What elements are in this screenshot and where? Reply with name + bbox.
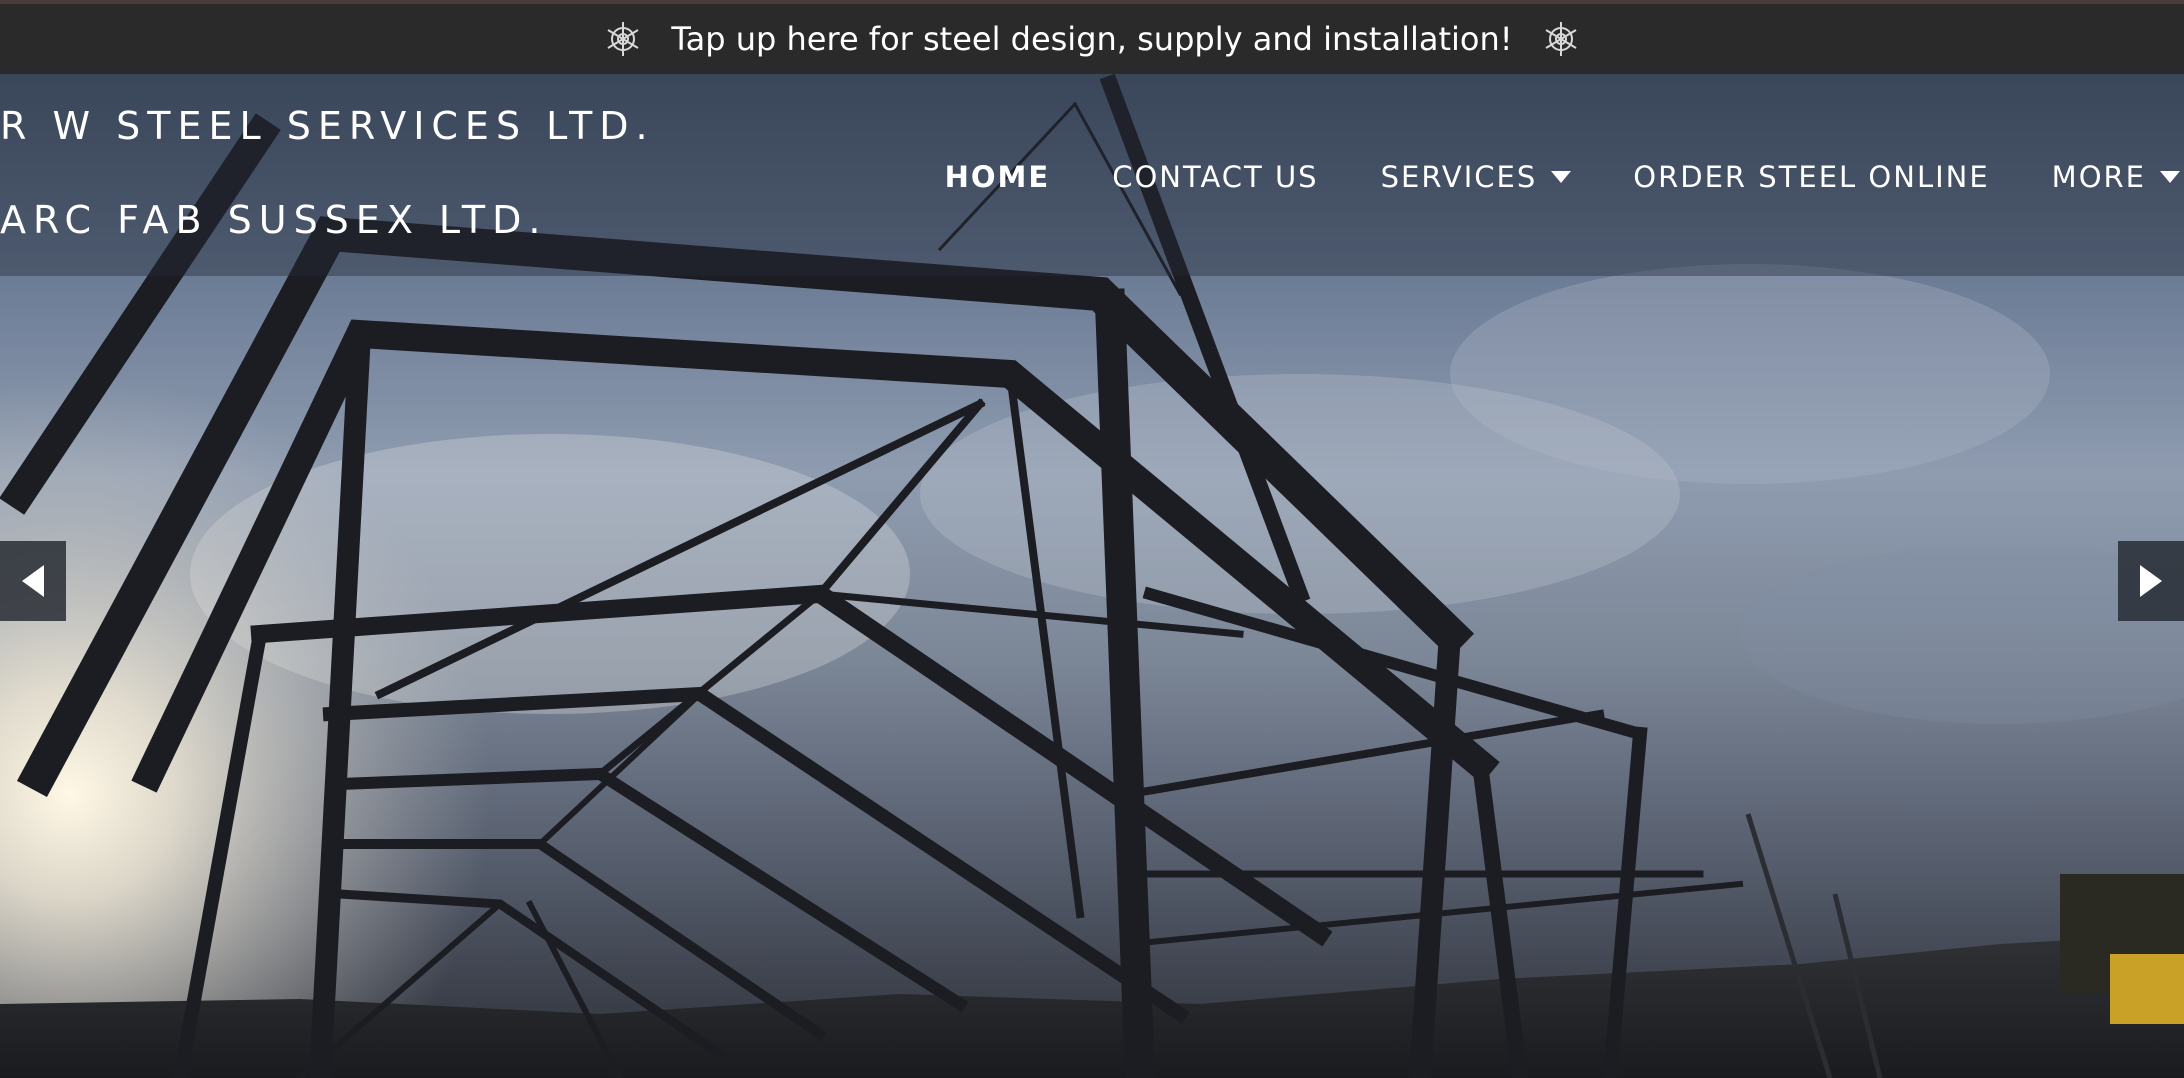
brand-line-1[interactable]: R W STEEL SERVICES LTD. [0, 104, 655, 148]
chevron-left-icon [22, 565, 44, 597]
nav-contact-label: CONTACT US [1112, 160, 1319, 194]
snowflake-icon [603, 19, 643, 59]
slider-next-button[interactable] [2118, 541, 2184, 621]
snowflake-icon [1541, 19, 1581, 59]
nav-home[interactable]: HOME [945, 160, 1051, 194]
announcement-text[interactable]: Tap up here for steel design, supply and… [671, 20, 1512, 58]
announcement-bar[interactable]: Tap up here for steel design, supply and… [0, 0, 2184, 74]
nav-order-steel[interactable]: ORDER STEEL ONLINE [1633, 160, 1989, 194]
brand-line-2[interactable]: ARC FAB SUSSEX LTD. [0, 198, 547, 242]
slider-prev-button[interactable] [0, 541, 66, 621]
caret-down-icon [1551, 171, 1572, 183]
nav-more[interactable]: MORE [2052, 160, 2180, 194]
nav-home-label: HOME [944, 160, 1051, 194]
nav-more-label: MORE [2051, 160, 2146, 194]
nav-services-label: SERVICES [1380, 160, 1538, 194]
nav-contact[interactable]: CONTACT US [1112, 160, 1318, 194]
caret-down-icon [2160, 171, 2180, 183]
chevron-right-icon [2140, 565, 2162, 597]
main-nav: HOME CONTACT US SERVICES ORDER STEEL ONL… [945, 160, 2180, 194]
nav-order-label: ORDER STEEL ONLINE [1633, 160, 1990, 194]
nav-services[interactable]: SERVICES [1381, 160, 1572, 194]
